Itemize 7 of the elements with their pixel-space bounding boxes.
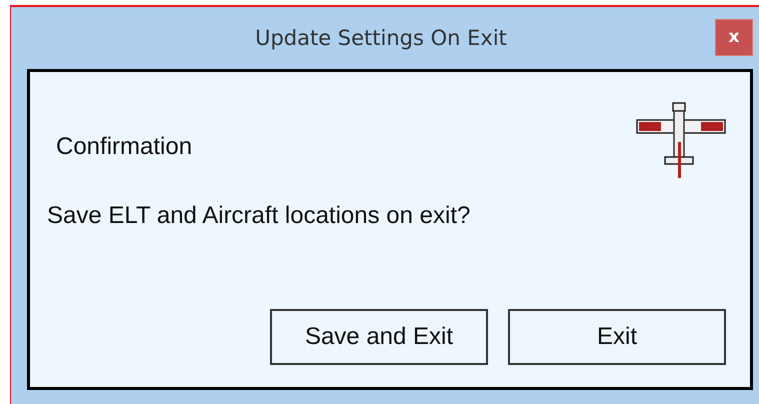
confirmation-message: Save ELT and Aircraft locations on exit?	[47, 202, 472, 230]
confirmation-heading: Confirmation	[56, 133, 192, 161]
save-and-exit-button[interactable]: Save and Exit	[270, 309, 488, 365]
window-title: Update Settings On Exit	[254, 26, 508, 50]
exit-button[interactable]: Exit	[508, 309, 726, 365]
airplane-icon	[636, 102, 726, 178]
close-button[interactable]: x	[715, 18, 753, 56]
